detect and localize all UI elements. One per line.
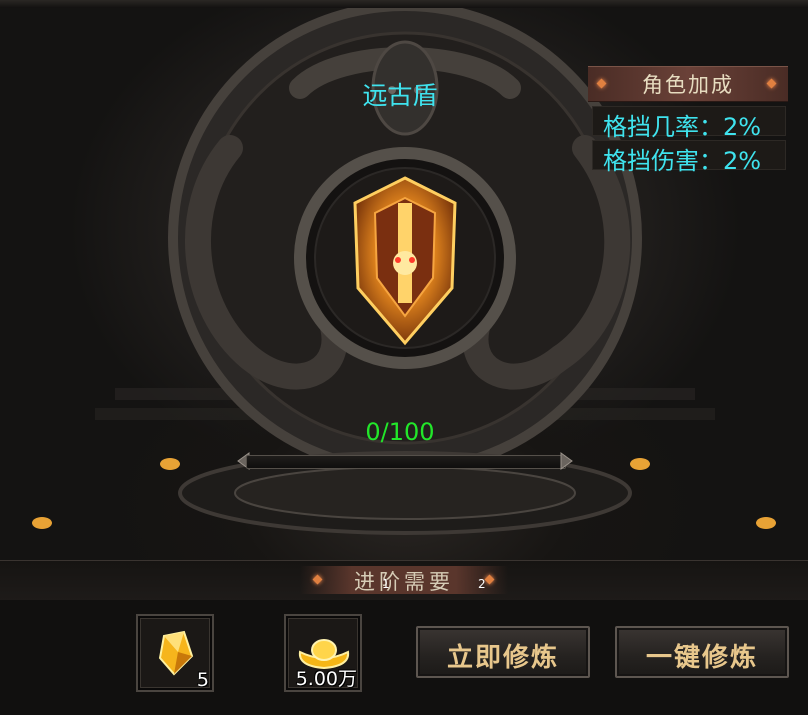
character-bonus-title: 角色加成 xyxy=(642,73,734,97)
stat-block-damage-text: 格挡伤害：2% xyxy=(603,147,762,175)
train-now-button[interactable]: 立即修炼 xyxy=(416,626,590,678)
one-click-train-label: 一键修炼 xyxy=(645,643,758,673)
requirements-title: 进阶需要 xyxy=(354,570,454,594)
top-border xyxy=(0,0,808,8)
requirement-slot-gold[interactable]: 5.00万 xyxy=(284,614,362,692)
stat-block-damage: 格挡伤害：2% xyxy=(592,140,786,175)
train-now-label: 立即修炼 xyxy=(446,643,559,673)
marker-1: 1 xyxy=(382,577,390,591)
marker-2: 2 xyxy=(478,577,486,591)
gold-count: 5.00万 xyxy=(295,668,357,690)
dragon-altar-scene: 远古盾 角色加成 格挡几率：2% 格挡伤害：2% xyxy=(0,8,808,560)
requirements-header: 进阶需要 xyxy=(300,566,508,594)
ancient-shield-icon[interactable] xyxy=(340,168,470,353)
progress-right-cap-icon xyxy=(560,452,573,470)
item-name: 远古盾 xyxy=(362,81,438,110)
progress-bar xyxy=(246,455,566,469)
stat-block-rate: 格挡几率：2% xyxy=(592,106,786,141)
character-bonus-header: 角色加成 xyxy=(588,66,788,102)
crystal-count: 5 xyxy=(196,669,209,691)
requirement-slot-crystal[interactable]: 5 xyxy=(136,614,214,692)
stat-block-rate-text: 格挡几率：2% xyxy=(603,113,762,141)
progress-text: 0/100 xyxy=(365,418,435,446)
gold-crystal-icon xyxy=(158,630,194,676)
one-click-train-button[interactable]: 一键修炼 xyxy=(615,626,789,678)
